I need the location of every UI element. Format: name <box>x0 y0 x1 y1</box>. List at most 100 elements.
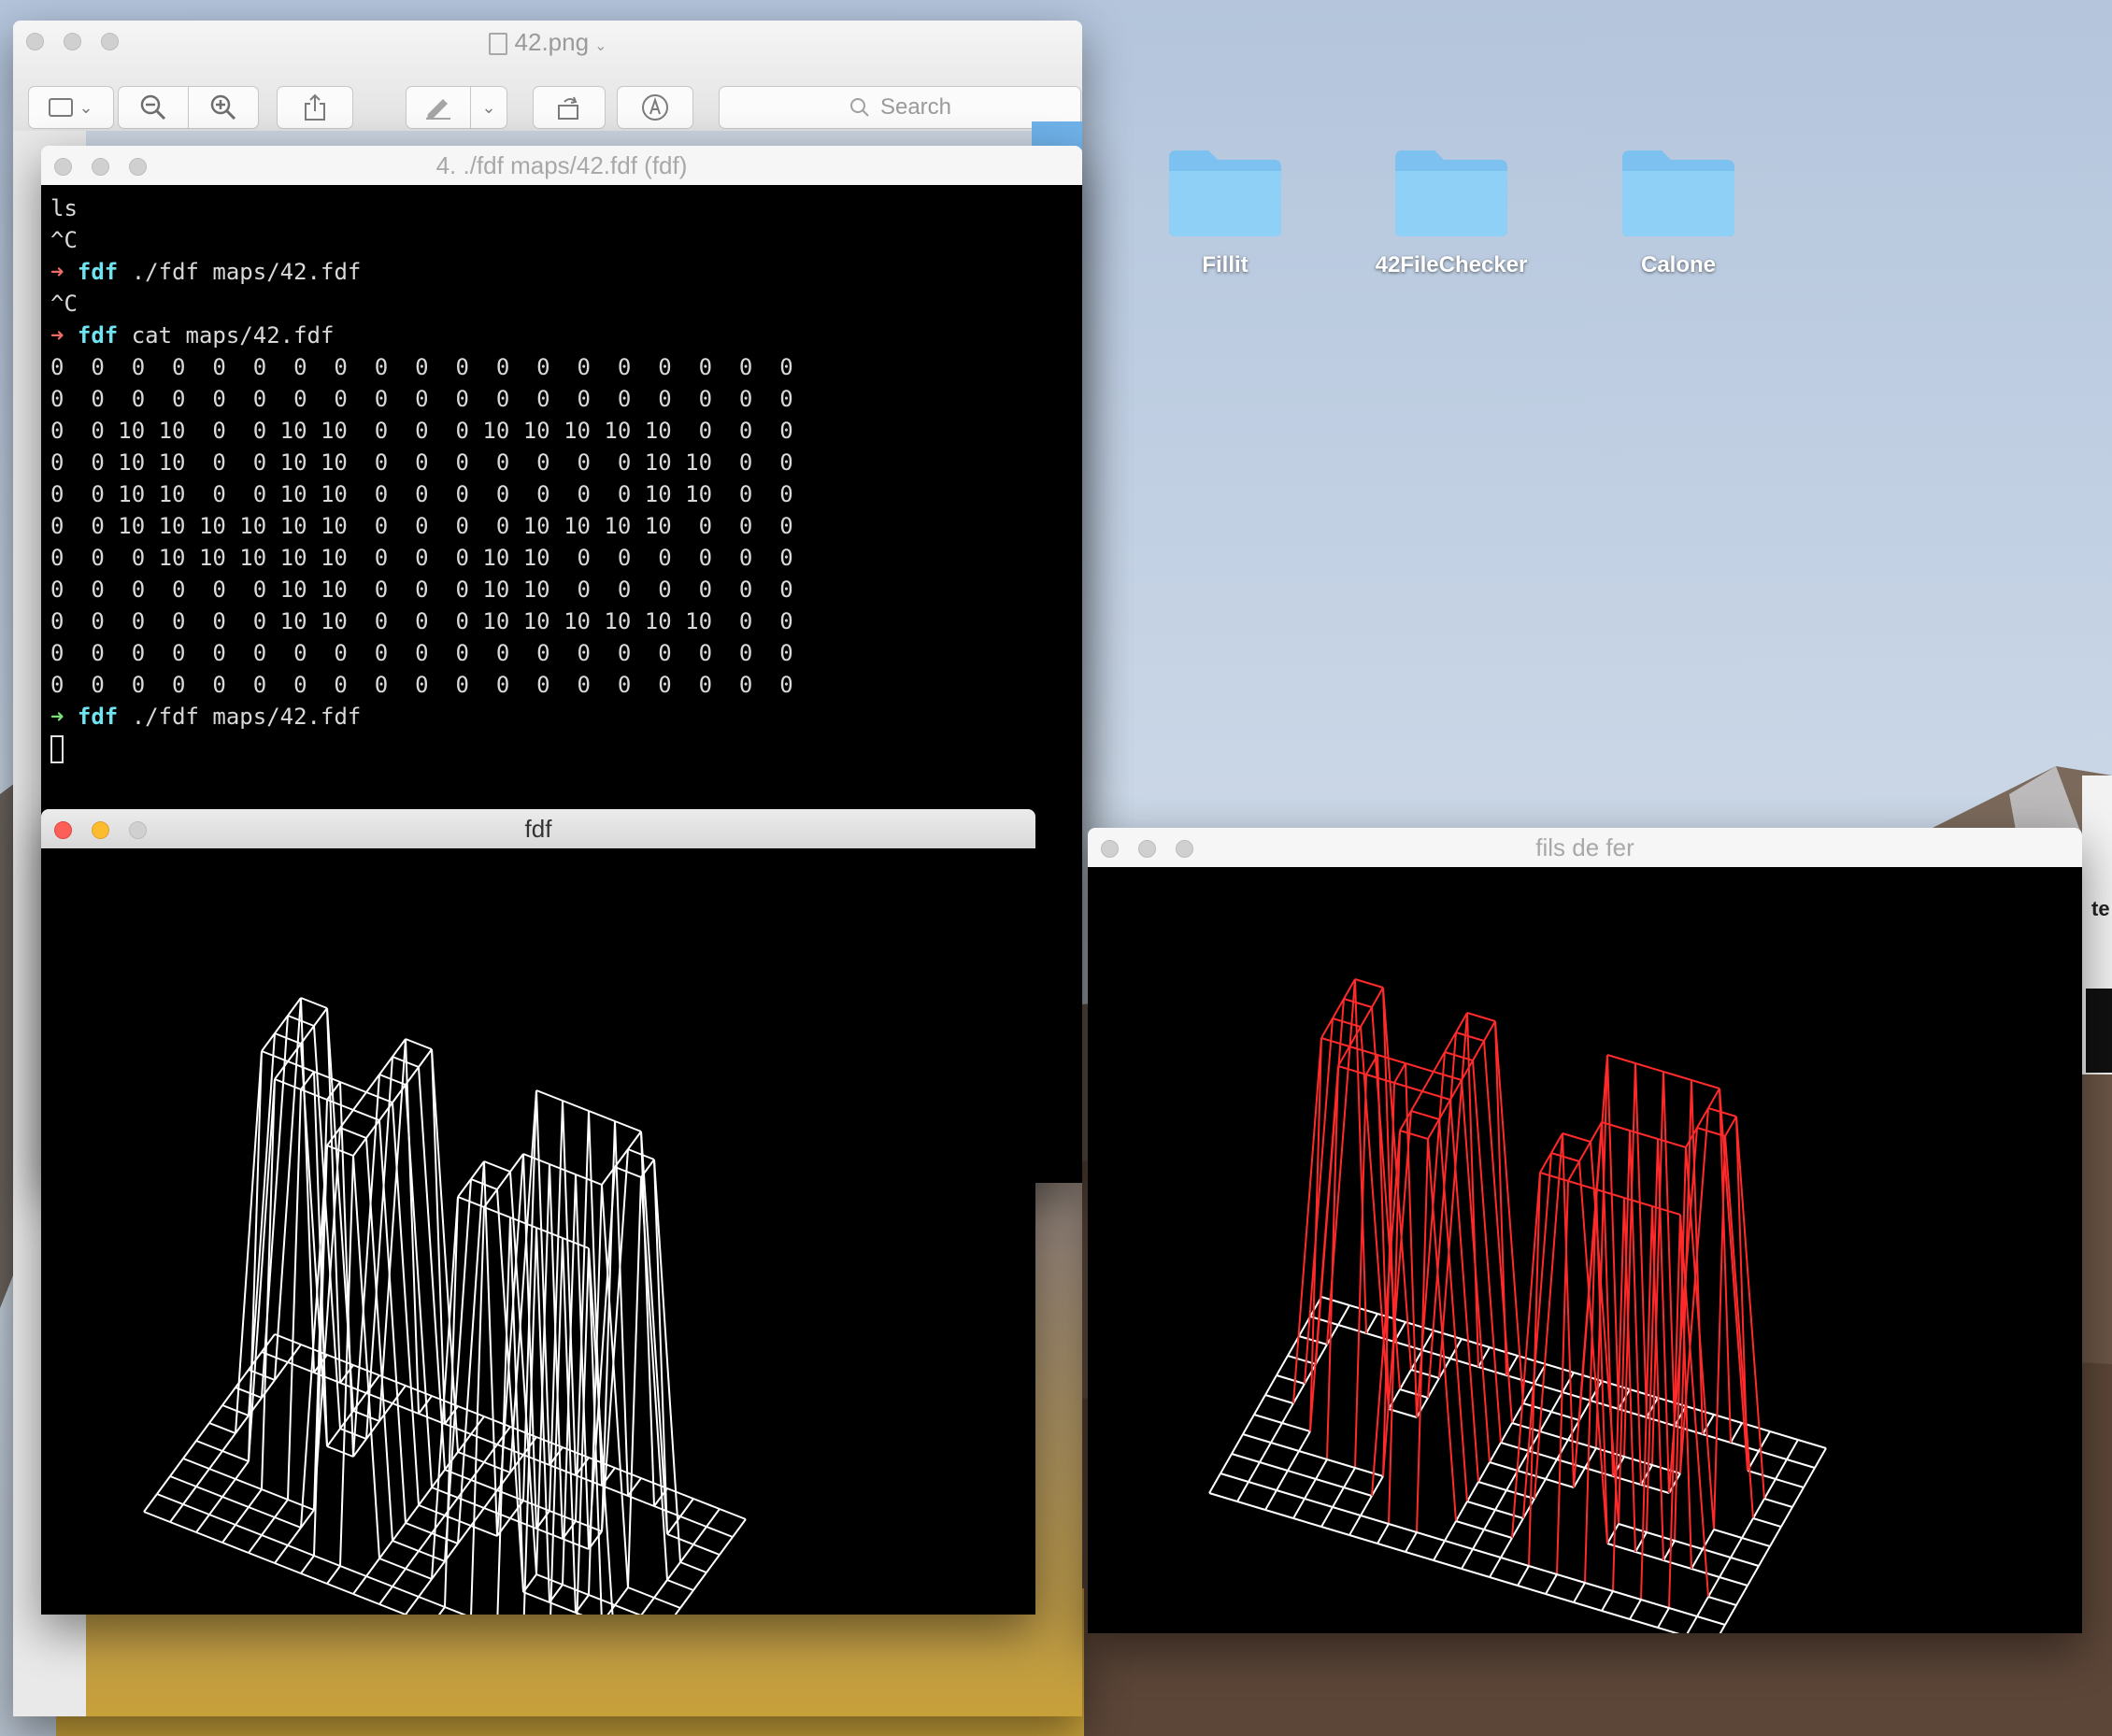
fils-canvas[interactable] <box>1088 867 2082 1633</box>
wire-segment <box>418 1550 446 1562</box>
wire-segment <box>627 1495 655 1507</box>
folder-42filechecker[interactable]: 42FileChecker <box>1367 145 1535 278</box>
wire-segment <box>588 1110 616 1122</box>
wire-segment <box>274 1562 302 1574</box>
markup-menu-button[interactable]: ⌄ <box>470 86 507 129</box>
wire-segment <box>496 1472 511 1491</box>
pen-circle-icon <box>642 94 668 121</box>
map-row: 0 0 10 10 0 0 10 10 0 0 0 10 10 10 10 10… <box>50 418 793 444</box>
wire-segment <box>1461 1548 1474 1570</box>
wire-segment <box>274 1499 289 1518</box>
wire-segment <box>1517 1565 1530 1587</box>
wire-segment <box>418 1487 433 1506</box>
fdf-window[interactable]: fdf <box>41 809 1035 1615</box>
wire-segment <box>182 1503 210 1515</box>
wire-segment <box>1292 1517 1322 1528</box>
wire-segment <box>1472 1529 1485 1550</box>
wire-segment <box>1618 1408 1648 1418</box>
zoom-button[interactable] <box>1176 840 1193 858</box>
chevron-down-icon[interactable]: ⌄ <box>594 38 606 54</box>
wire-segment <box>1556 1439 1569 1460</box>
wire-segment <box>719 1536 734 1556</box>
wire-segment <box>1702 1414 1715 1435</box>
preview-titlebar[interactable]: 42.png ⌄ ⌄ ⌄ Search <box>13 21 1082 132</box>
search-input[interactable]: Search <box>719 86 1081 129</box>
close-button[interactable] <box>54 158 72 176</box>
close-button[interactable] <box>54 821 72 839</box>
terminal-line: ➜ fdf ./fdf maps/42.fdf <box>50 704 362 730</box>
wire-segment <box>1332 1487 1345 1508</box>
zoom-in-button[interactable] <box>188 86 259 129</box>
fils-window[interactable]: fils de fer <box>1088 828 2082 1633</box>
wire-segment <box>549 1163 564 1540</box>
wire-segment <box>1685 1405 1715 1416</box>
wire-segment <box>1276 1470 1289 1491</box>
offscreen-window[interactable]: te <box>2082 776 2112 1074</box>
zoom-out-button[interactable] <box>118 86 189 129</box>
wire-segment <box>1343 1467 1356 1488</box>
zoom-button[interactable] <box>129 158 147 176</box>
wire-segment <box>562 1538 590 1550</box>
folder-fillit[interactable]: Fillit <box>1141 145 1309 278</box>
markup-button[interactable] <box>406 86 471 129</box>
wire-segment <box>614 1120 642 1132</box>
wire-segment <box>1562 1132 1591 1143</box>
wire-segment <box>169 1521 197 1533</box>
wire-segment <box>1556 1180 1569 1575</box>
wire-segment <box>248 1488 263 1508</box>
wire-segment <box>470 1525 498 1537</box>
offscreen-window-label: te <box>2091 897 2110 920</box>
wire-segment <box>1562 1372 1575 1393</box>
terminal-line[interactable] <box>50 733 1082 764</box>
wire-segment <box>496 1171 511 1190</box>
wire-segment <box>549 1601 577 1614</box>
wire-segment <box>352 1137 367 1157</box>
wire-segment <box>1433 1559 1463 1570</box>
close-button[interactable] <box>1101 840 1119 858</box>
wire-segment <box>1343 1487 1373 1497</box>
wire-segment <box>339 1081 354 1458</box>
wire-segment <box>1236 1481 1249 1502</box>
wire-segment <box>601 1148 629 1532</box>
wire-segment <box>1444 1540 1474 1550</box>
wire-segment <box>1713 1135 1726 1530</box>
wire-segment <box>1657 1607 1670 1629</box>
prompt-dir: fdf <box>77 322 119 349</box>
fdf-canvas[interactable] <box>41 848 1035 1615</box>
wire-segment <box>444 1497 459 1516</box>
minimize-button[interactable] <box>92 821 109 839</box>
folder-calone[interactable]: Calone <box>1594 145 1762 278</box>
fils-titlebar[interactable]: fils de fer <box>1088 828 2082 868</box>
wire-segment <box>365 1558 380 1577</box>
wire-segment <box>221 1432 236 1452</box>
wire-segment <box>1489 1576 1519 1587</box>
wire-segment <box>1730 1537 1743 1558</box>
wire-segment <box>1500 1442 1530 1452</box>
wire-segment <box>392 1540 420 1552</box>
wire-segment <box>1584 1447 1597 1469</box>
minimize-button[interactable] <box>1138 840 1156 858</box>
minimize-button[interactable] <box>92 158 109 176</box>
rotate-button[interactable] <box>533 86 606 129</box>
wire-segment <box>1634 1551 1664 1561</box>
zoom-button[interactable] <box>129 821 147 839</box>
wire-segment <box>378 1603 407 1615</box>
wire-segment <box>1686 1615 1698 1633</box>
fdf-titlebar[interactable]: fdf <box>41 809 1035 849</box>
sidebar-icon <box>49 98 74 117</box>
wire-segment <box>1763 1498 1793 1508</box>
wire-segment <box>1461 1338 1491 1348</box>
sidebar-toggle-button[interactable]: ⌄ <box>28 86 114 129</box>
folder-icon <box>1622 150 1734 236</box>
wire-segment <box>457 1405 485 1417</box>
wire-segment <box>1405 1062 1434 1073</box>
wire-segment <box>1707 1596 1737 1606</box>
wire-segment <box>1719 1624 1726 1633</box>
wire-segment <box>143 1493 158 1513</box>
wire-segment <box>1326 1065 1339 1460</box>
annotate-button[interactable] <box>617 86 693 129</box>
terminal-titlebar[interactable]: 4. ./fdf maps/42.fdf (fdf) <box>41 146 1082 186</box>
wire-segment <box>1236 1501 1266 1511</box>
share-button[interactable] <box>277 86 353 129</box>
wire-segment <box>339 1565 367 1577</box>
